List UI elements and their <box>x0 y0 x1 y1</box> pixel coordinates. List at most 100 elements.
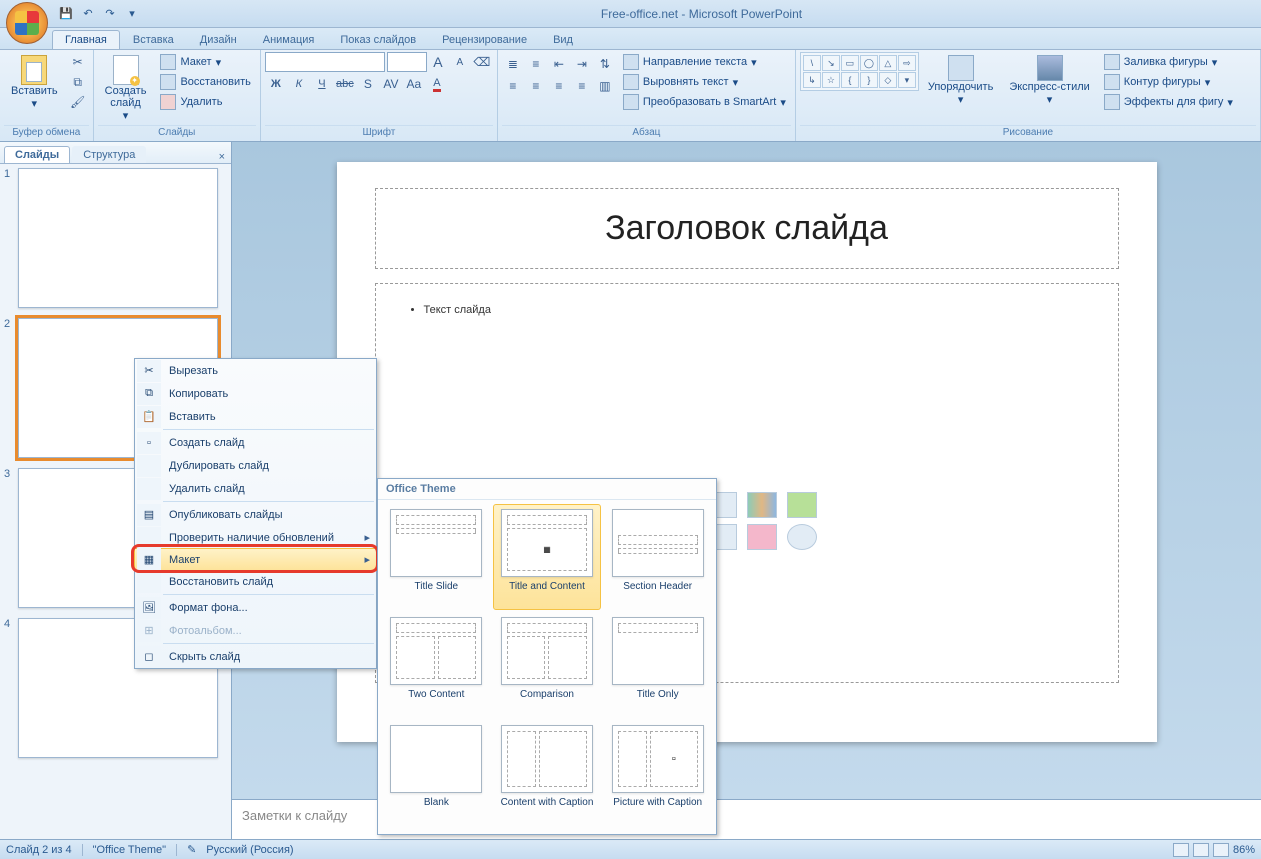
media-icon[interactable] <box>787 524 817 550</box>
shape-brace-icon[interactable]: { <box>841 72 859 88</box>
font-color-icon[interactable]: A <box>426 74 448 94</box>
justify-icon[interactable]: ≡ <box>571 76 593 96</box>
tab-slides[interactable]: Слайды <box>4 146 70 163</box>
ctx-publish-slides[interactable]: ▤Опубликовать слайды <box>135 503 376 526</box>
copy-icon[interactable]: ⧉ <box>67 72 89 92</box>
indent-dec-icon[interactable]: ⇤ <box>548 54 570 74</box>
layout-option[interactable]: ▦Title and Content <box>493 504 602 610</box>
reset-button[interactable]: Восстановить <box>155 72 255 92</box>
ctx-layout[interactable]: ▦Макет▸ <box>134 548 377 571</box>
tab-slideshow[interactable]: Показ слайдов <box>327 30 429 49</box>
numbering-icon[interactable]: ≡ <box>525 54 547 74</box>
case-icon[interactable]: Aa <box>403 74 425 94</box>
underline-icon[interactable]: Ч <box>311 74 333 94</box>
shape-callout-icon[interactable]: ◇ <box>879 72 897 88</box>
format-painter-icon[interactable]: 🖌 <box>67 92 89 112</box>
content-placeholder-icons[interactable] <box>707 492 821 550</box>
tab-outline[interactable]: Структура <box>72 146 146 163</box>
status-language[interactable]: Русский (Россия) <box>206 844 293 856</box>
bold-icon[interactable]: Ж <box>265 74 287 94</box>
shadow-icon[interactable]: S <box>357 74 379 94</box>
font-size-input[interactable] <box>387 52 427 72</box>
ctx-copy[interactable]: ⧉Копировать <box>135 382 376 405</box>
align-center-icon[interactable]: ≡ <box>525 76 547 96</box>
ctx-reset-slide[interactable]: Восстановить слайд <box>135 570 376 593</box>
ctx-hide-slide[interactable]: ◻Скрыть слайд <box>135 645 376 668</box>
tab-animations[interactable]: Анимация <box>250 30 328 49</box>
align-left-icon[interactable]: ≡ <box>502 76 524 96</box>
tab-insert[interactable]: Вставка <box>120 30 187 49</box>
italic-icon[interactable]: К <box>288 74 310 94</box>
cut-icon[interactable]: ✂ <box>67 52 89 72</box>
view-slideshow-icon[interactable] <box>1213 843 1229 857</box>
strike-icon[interactable]: abc <box>334 74 356 94</box>
ctx-duplicate-slide[interactable]: Дублировать слайд <box>135 454 376 477</box>
ctx-paste[interactable]: 📋Вставить <box>135 405 376 428</box>
line-spacing-icon[interactable]: ⇅ <box>594 54 616 74</box>
quick-styles-button[interactable]: Экспресс-стили▾ <box>1002 52 1096 109</box>
spacing-icon[interactable]: AV <box>380 74 402 94</box>
redo-icon[interactable]: ↷ <box>100 4 120 24</box>
tab-view[interactable]: Вид <box>540 30 586 49</box>
clear-format-icon[interactable]: ⌫ <box>471 52 493 72</box>
layout-option[interactable]: Blank <box>382 720 491 826</box>
chart-icon[interactable] <box>747 492 777 518</box>
shape-conn-icon[interactable]: ↳ <box>803 72 821 88</box>
align-right-icon[interactable]: ≡ <box>548 76 570 96</box>
layout-option[interactable]: Section Header <box>603 504 712 610</box>
tab-home[interactable]: Главная <box>52 30 120 49</box>
columns-icon[interactable]: ▥ <box>594 76 616 96</box>
shape-more-icon[interactable]: ▾ <box>898 72 916 88</box>
arrange-button[interactable]: Упорядочить▾ <box>921 52 1000 109</box>
shape-rect-icon[interactable]: ▭ <box>841 55 859 71</box>
layout-option[interactable]: Title Only <box>603 612 712 718</box>
smartart-button[interactable]: Преобразовать в SmartArt▾ <box>618 92 791 112</box>
new-slide-button[interactable]: ✦ Создать слайд▾ <box>98 52 154 125</box>
layout-option[interactable]: Comparison <box>493 612 602 718</box>
layout-option[interactable]: Title Slide <box>382 504 491 610</box>
text-direction-button[interactable]: Направление текста▾ <box>618 52 791 72</box>
zoom-level[interactable]: 86% <box>1233 844 1255 856</box>
ctx-new-slide[interactable]: ▫Создать слайд <box>135 431 376 454</box>
align-text-button[interactable]: Выровнять текст▾ <box>618 72 791 92</box>
shape-line-icon[interactable]: \ <box>803 55 821 71</box>
ctx-check-updates[interactable]: Проверить наличие обновлений▸ <box>135 526 376 549</box>
clipart-icon[interactable] <box>747 524 777 550</box>
delete-button[interactable]: Удалить <box>155 92 255 112</box>
ctx-delete-slide[interactable]: Удалить слайд <box>135 477 376 500</box>
shape-effects-button[interactable]: Эффекты для фигу▾ <box>1099 92 1238 112</box>
spellcheck-icon[interactable]: ✎ <box>187 843 196 856</box>
view-normal-icon[interactable] <box>1173 843 1189 857</box>
shape-outline-button[interactable]: Контур фигуры▾ <box>1099 72 1238 92</box>
shrink-font-icon[interactable]: A <box>449 52 471 72</box>
bullets-icon[interactable]: ≣ <box>502 54 524 74</box>
layout-option[interactable]: ▫Picture with Caption <box>603 720 712 826</box>
undo-icon[interactable]: ↶ <box>78 4 98 24</box>
ctx-cut[interactable]: ✂Вырезать <box>135 359 376 382</box>
shape-fill-button[interactable]: Заливка фигуры▾ <box>1099 52 1238 72</box>
layout-option[interactable]: Content with Caption <box>493 720 602 826</box>
slide-title-placeholder[interactable]: Заголовок слайда <box>375 188 1119 269</box>
grow-font-icon[interactable]: A <box>427 52 449 72</box>
font-name-input[interactable] <box>265 52 385 72</box>
shape-brace2-icon[interactable]: } <box>860 72 878 88</box>
shape-star-icon[interactable]: ☆ <box>822 72 840 88</box>
shape-arrow-icon[interactable]: ↘ <box>822 55 840 71</box>
layout-option[interactable]: Two Content <box>382 612 491 718</box>
tab-design[interactable]: Дизайн <box>187 30 250 49</box>
office-button[interactable] <box>6 2 48 44</box>
save-icon[interactable]: 💾 <box>56 4 76 24</box>
smartart-icon[interactable] <box>787 492 817 518</box>
slide-thumbnail[interactable] <box>18 168 218 308</box>
shape-ellipse-icon[interactable]: ◯ <box>860 55 878 71</box>
shapes-gallery[interactable]: \↘▭◯△⇨ ↳☆{}◇▾ <box>800 52 919 91</box>
layout-button[interactable]: Макет▾ <box>155 52 255 72</box>
shape-arrow2-icon[interactable]: ⇨ <box>898 55 916 71</box>
tab-review[interactable]: Рецензирование <box>429 30 540 49</box>
indent-inc-icon[interactable]: ⇥ <box>571 54 593 74</box>
close-panel-icon[interactable]: × <box>219 151 225 163</box>
qat-dropdown-icon[interactable]: ▾ <box>122 4 142 24</box>
ctx-background-format[interactable]: 🖼Формат фона... <box>135 596 376 619</box>
shape-triangle-icon[interactable]: △ <box>879 55 897 71</box>
view-sorter-icon[interactable] <box>1193 843 1209 857</box>
